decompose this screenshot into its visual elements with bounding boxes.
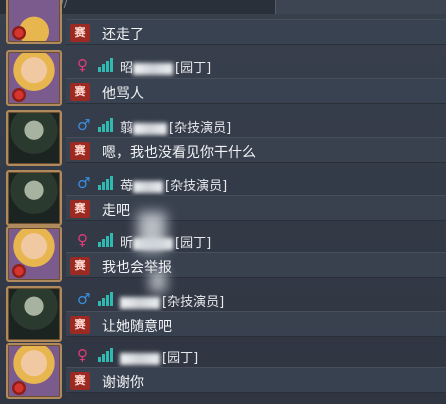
acrobat-portrait-icon[interactable] [6,110,62,166]
signal-strength-icon [98,348,116,362]
signal-strength-icon [98,58,116,72]
name-blur-mask [133,180,164,193]
signal-strength-icon [98,292,116,306]
player-name[interactable]: [园丁] [120,347,198,366]
message-bubble: 赛 走吧 [66,195,446,221]
player-name[interactable]: 苺 [杂技演员] [120,175,227,194]
female-gender-icon: ♀ [77,231,88,249]
signal-strength-icon [98,176,116,190]
message-bubble: 赛 让她随意吧 [66,311,446,337]
message-text: 走吧 [102,203,130,219]
male-gender-icon: ♂ [77,116,91,134]
rose-icon [12,26,26,40]
message-bubble: 赛 我也会举报 [66,252,446,278]
match-tag-badge: 赛 [70,142,90,160]
female-gender-icon: ♀ [77,346,88,364]
player-name[interactable]: 昭 [园丁] [120,57,211,76]
signal-strength-icon [98,118,116,132]
player-role: [园丁] [162,351,199,366]
gardener-portrait-icon[interactable] [6,0,62,44]
player-role: [园丁] [175,61,212,76]
message-bubble: 赛 嗯，我也没看见你干什么 [66,137,446,163]
acrobat-portrait-icon[interactable] [6,170,62,226]
name-blur-mask [133,122,168,135]
rose-icon [12,88,26,102]
message-text: 还走了 [102,27,144,43]
message-text: 谢谢你 [102,375,144,391]
player-name-visible: 翦 [120,121,134,136]
acrobat-portrait-icon[interactable] [6,286,62,342]
player-role: [杂技演员] [169,121,232,136]
rose-icon [12,381,26,395]
player-role: [杂技演员] [162,295,225,310]
player-name-visible: 昭 [120,61,134,76]
match-tag-badge: 赛 [70,372,90,390]
message-bubble: 赛 谢谢你 [66,367,446,393]
rose-icon [12,264,26,278]
name-blur-mask [133,62,174,75]
gardener-portrait-icon[interactable] [6,226,62,282]
name-blur-mask [120,296,160,309]
player-role: [杂技演员] [165,179,228,194]
match-tag-badge: 赛 [70,257,90,275]
message-bubble: 赛 他骂人 [66,78,446,104]
chat-message: 赛 还走了 [0,0,446,46]
censor-blur [138,212,166,252]
player-name[interactable]: 翦 [杂技演员] [120,117,231,136]
match-tag-badge: 赛 [70,200,90,218]
gardener-portrait-icon[interactable] [6,50,62,106]
message-text: 让她随意吧 [102,319,172,335]
player-role: [园丁] [175,236,212,251]
match-tag-badge: 赛 [70,24,90,42]
female-gender-icon: ♀ [77,56,88,74]
name-blur-mask [120,352,160,365]
player-name-visible: 昕 [120,236,134,251]
match-tag-badge: 赛 [70,83,90,101]
gardener-portrait-icon[interactable] [6,343,62,399]
censor-blur [150,270,166,292]
message-bubble: 赛 还走了 [66,19,446,45]
player-name[interactable]: [杂技演员] [120,291,224,310]
signal-strength-icon [98,233,116,247]
player-name-visible: 苺 [120,179,134,194]
message-text: 嗯，我也没看见你干什么 [102,145,256,161]
match-tag-badge: 赛 [70,316,90,334]
male-gender-icon: ♂ [77,290,91,308]
message-text: 他骂人 [102,86,144,102]
male-gender-icon: ♂ [77,174,91,192]
